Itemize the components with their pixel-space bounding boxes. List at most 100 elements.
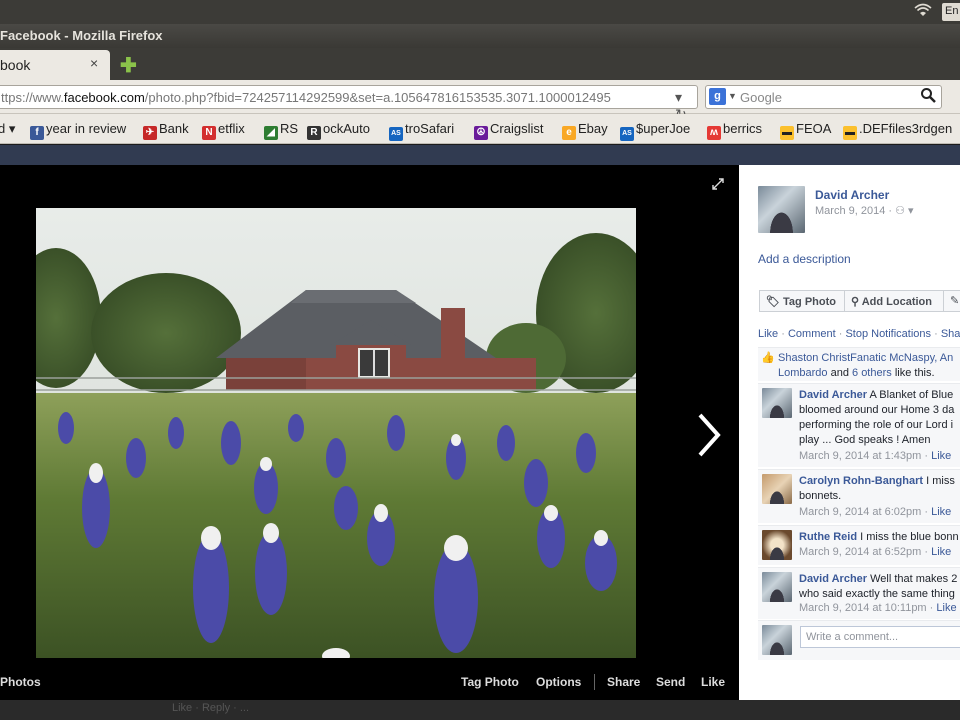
wifi-icon[interactable] (912, 3, 934, 21)
bookmark-label: berrics (723, 121, 763, 136)
comment-author-link[interactable]: David Archer (799, 389, 867, 401)
location-pin-icon: ⚲ (851, 296, 860, 308)
comment-meta: March 9, 2014 at 6:52pm · Like (799, 546, 952, 558)
bookmark-label: FEOA (796, 121, 832, 136)
navigation-bar: ttps://www.facebook.com/photo.php?fbid=7… (0, 80, 960, 122)
like-link[interactable]: Like (758, 328, 778, 340)
next-photo-arrow-icon[interactable] (690, 405, 730, 465)
keyboard-language-indicator[interactable]: En (942, 3, 960, 21)
commenter-avatar[interactable] (762, 388, 792, 418)
search-magnifier-icon[interactable] (920, 87, 936, 108)
comment-timestamp[interactable]: March 9, 2014 at 10:11pm (799, 602, 927, 614)
share-link[interactable]: Share (607, 675, 640, 689)
search-bar[interactable]: g ▼ Google (705, 85, 942, 109)
friends-icon[interactable]: ⚇ ▾ (895, 205, 913, 217)
search-engine-dropdown-icon[interactable]: ▼ (728, 91, 737, 101)
like-link[interactable]: Like (701, 675, 725, 689)
bookmark-label: etflix (218, 121, 245, 136)
others-link[interactable]: 6 others (852, 367, 892, 379)
comment-timestamp[interactable]: March 9, 2014 at 6:52pm (799, 546, 921, 558)
os-top-bar: En (0, 0, 960, 24)
comment-timestamp[interactable]: March 9, 2014 at 1:43pm (799, 450, 921, 462)
bookmark-folder[interactable]: d ▾ (0, 121, 15, 137)
tag-photo-label: Tag Photo (783, 296, 836, 308)
close-tab-icon[interactable]: × (90, 55, 98, 71)
bookmark-label: $uperJoe (636, 121, 691, 136)
send-link[interactable]: Send (656, 675, 685, 689)
fullscreen-expand-icon[interactable] (712, 177, 724, 193)
add-location-button[interactable]: ⚲ Add Location (844, 290, 944, 312)
bookmark-bank[interactable]: ✈ Bank (143, 121, 189, 140)
bookmark-netflix[interactable]: Netflix (202, 121, 245, 140)
comment-item: Ruthe Reid I miss the blue bonn March 9,… (758, 525, 960, 565)
rockauto-icon: R (307, 126, 321, 140)
comment-link[interactable]: Comment (788, 328, 836, 340)
url-bar[interactable]: ttps://www.facebook.com/photo.php?fbid=7… (0, 85, 698, 122)
likers-names-link[interactable]: Shaston ChristFanatic McNaspy, An (778, 352, 953, 364)
comment-like-link[interactable]: Like (936, 602, 956, 614)
separator: · (835, 328, 846, 340)
bookmark-label: RS (280, 121, 299, 136)
comment-body: David Archer Well that makes 2 who said … (799, 572, 960, 602)
likes-tail: like this. (891, 367, 935, 379)
comment-text: I miss (923, 475, 955, 487)
bookmark-label: troSafari (405, 121, 455, 136)
commenter-avatar[interactable] (762, 572, 792, 602)
comment-input[interactable]: Write a comment... (800, 626, 960, 648)
options-link[interactable]: Options (536, 675, 581, 689)
tag-photo-button[interactable]: 🏷 Tag Photo (759, 290, 845, 312)
bookmark-ebay[interactable]: e Ebay (562, 121, 608, 140)
google-search-engine-icon[interactable]: g (709, 88, 726, 105)
owner-name-link[interactable]: David Archer (815, 188, 889, 202)
tag-icon: 🏷 (766, 296, 780, 308)
thumbs-up-icon: 👍 (761, 352, 775, 364)
bookmark-rockauto[interactable]: RockAuto (307, 121, 370, 140)
stop-notifications-link[interactable]: Stop Notifications (845, 328, 931, 340)
comment-like-link[interactable]: Like (931, 506, 951, 518)
peace-icon: ☮ (474, 126, 488, 140)
bookmark-year-in-review[interactable]: f year in review (30, 121, 126, 140)
astro-icon: AS (389, 127, 403, 141)
likes-summary: 👍 Shaston ChristFanatic McNaspy, An Lomb… (758, 347, 960, 381)
bookmarks-toolbar: d ▾ fyear in review ✈Bank Netflix ◢RS Ro… (0, 114, 960, 144)
bookmark-berrics[interactable]: ʍ berrics (707, 121, 762, 140)
url-text[interactable]: ttps://www.facebook.com/photo.php?fbid=7… (1, 90, 661, 105)
comment-author-link[interactable]: Ruthe Reid (799, 531, 857, 543)
bookmark-deffiles[interactable]: ▬ .DEFfiles3rdgen (843, 121, 952, 140)
tab-facebook[interactable]: book × (0, 50, 110, 80)
comment-body: David Archer A Blanket of Blue bloomed a… (799, 388, 960, 448)
comment-author-link[interactable]: Carolyn Rohn-Banghart (799, 475, 923, 487)
tag-photo-link[interactable]: Tag Photo (461, 675, 519, 689)
url-prefix: ttps://www. (1, 90, 64, 105)
bookmark-craigslist[interactable]: ☮ Craigslist (474, 121, 543, 140)
bookmark-astrosafari[interactable]: AS troSafari (389, 121, 454, 141)
bookmark-feoa[interactable]: ▬ FEOA (780, 121, 831, 140)
comment-timestamp[interactable]: March 9, 2014 at 6:02pm (799, 506, 921, 518)
post-date-text[interactable]: March 9, 2014 · (815, 205, 895, 217)
bookmark-label: d ▾ (0, 121, 16, 136)
current-user-avatar (762, 625, 792, 655)
share-link[interactable]: Share (941, 328, 960, 340)
comment-meta: March 9, 2014 at 6:02pm · Like (799, 506, 952, 518)
bookmark-label: Craigslist (490, 121, 544, 136)
comment-text: bloomed around our Home 3 da (799, 404, 955, 416)
search-input[interactable]: Google (740, 90, 782, 105)
commenter-avatar[interactable] (762, 474, 792, 504)
photos-link[interactable]: Photos (0, 675, 41, 689)
bookmark-rs[interactable]: ◢ RS (264, 121, 298, 140)
owner-avatar[interactable] (758, 186, 805, 233)
comment-author-link[interactable]: David Archer (799, 573, 867, 585)
comment-like-link[interactable]: Like (931, 546, 951, 558)
page-content: Photos Tag Photo Options Share Send Like… (0, 145, 960, 720)
new-tab-plus-icon[interactable]: ✚ (120, 53, 137, 78)
add-description-link[interactable]: Add a description (758, 252, 851, 266)
bluebonnet-house-photo[interactable] (36, 208, 636, 658)
comment-like-link[interactable]: Like (931, 450, 951, 462)
comment-meta: March 9, 2014 at 10:11pm · Like (799, 602, 957, 614)
commenter-avatar[interactable] (762, 530, 792, 560)
berrics-icon: ʍ (707, 126, 721, 140)
bookmark-superjoe[interactable]: AS $uperJoe (620, 121, 690, 141)
liker-lombardo-link[interactable]: Lombardo (778, 367, 828, 379)
edit-pencil-button[interactable]: ✎ (943, 290, 960, 312)
background-page-content: Like · Reply · ... (0, 700, 960, 720)
